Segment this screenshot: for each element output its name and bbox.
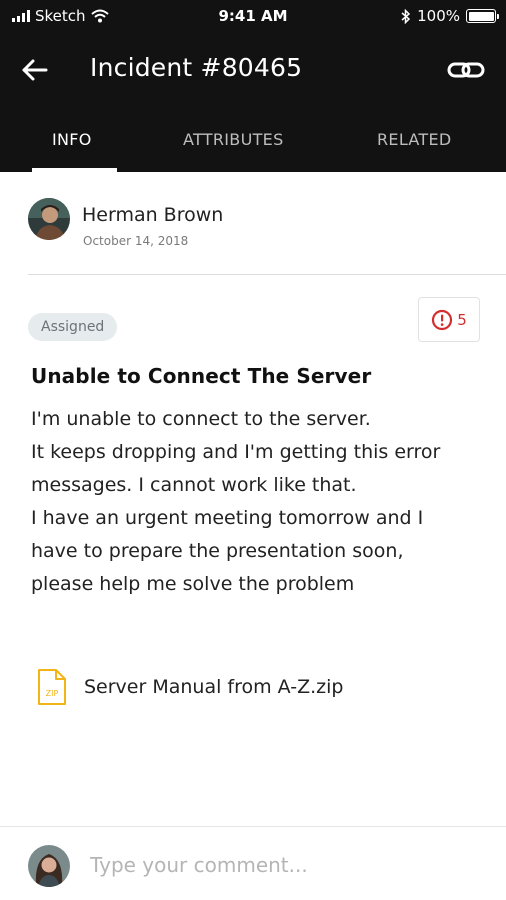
tab-info[interactable]: INFO	[52, 130, 92, 149]
avatar	[28, 198, 70, 240]
author-date: October 14, 2018	[83, 234, 189, 248]
incident-title: Unable to Connect The Server	[31, 364, 372, 388]
description-line: messages. I cannot work like that.	[31, 474, 357, 496]
current-user-avatar	[28, 845, 70, 887]
title-bar: Incident #80465	[0, 44, 506, 96]
description-line: It keeps dropping and I'm getting this e…	[31, 441, 441, 463]
priority-count: 5	[457, 310, 467, 329]
description-line: I'm unable to connect to the server.	[31, 408, 371, 430]
tab-bar: INFO ATTRIBUTES RELATED	[0, 116, 506, 172]
zip-file-icon: ZIP	[38, 669, 66, 705]
status-bar: Sketch 9:41 AM 100%	[0, 0, 506, 34]
description-line: please help me solve the problem	[31, 573, 355, 595]
app-header: Sketch 9:41 AM 100% Incident #80465 INFO…	[0, 0, 506, 172]
attachment-item[interactable]: ZIP Server Manual from A-Z.zip	[36, 668, 344, 706]
link-icon[interactable]	[446, 57, 486, 83]
back-arrow-icon[interactable]	[18, 56, 52, 84]
priority-indicator[interactable]: 5	[418, 297, 480, 342]
incident-description: I'm unable to connect to the server. It …	[31, 403, 481, 601]
battery-icon	[466, 9, 499, 23]
tab-related[interactable]: RELATED	[377, 130, 452, 149]
author-section: Herman Brown October 14, 2018	[0, 172, 506, 276]
tab-attributes[interactable]: ATTRIBUTES	[183, 130, 284, 149]
author-name: Herman Brown	[82, 204, 224, 226]
comment-input[interactable]	[90, 849, 480, 881]
status-bar-right: 100%	[401, 7, 499, 25]
divider	[28, 274, 506, 275]
status-badge: Assigned	[28, 313, 118, 341]
battery-percent: 100%	[417, 7, 460, 25]
zip-icon-label: ZIP	[46, 689, 59, 698]
comment-bar	[0, 826, 506, 900]
attachment-name: Server Manual from A-Z.zip	[84, 676, 344, 698]
description-line: have to prepare the presentation soon,	[31, 540, 404, 562]
bluetooth-icon	[401, 8, 411, 24]
alert-circle-icon	[432, 309, 453, 330]
page-title: Incident #80465	[90, 53, 303, 82]
description-line: I have an urgent meeting tomorrow and I	[31, 507, 424, 529]
